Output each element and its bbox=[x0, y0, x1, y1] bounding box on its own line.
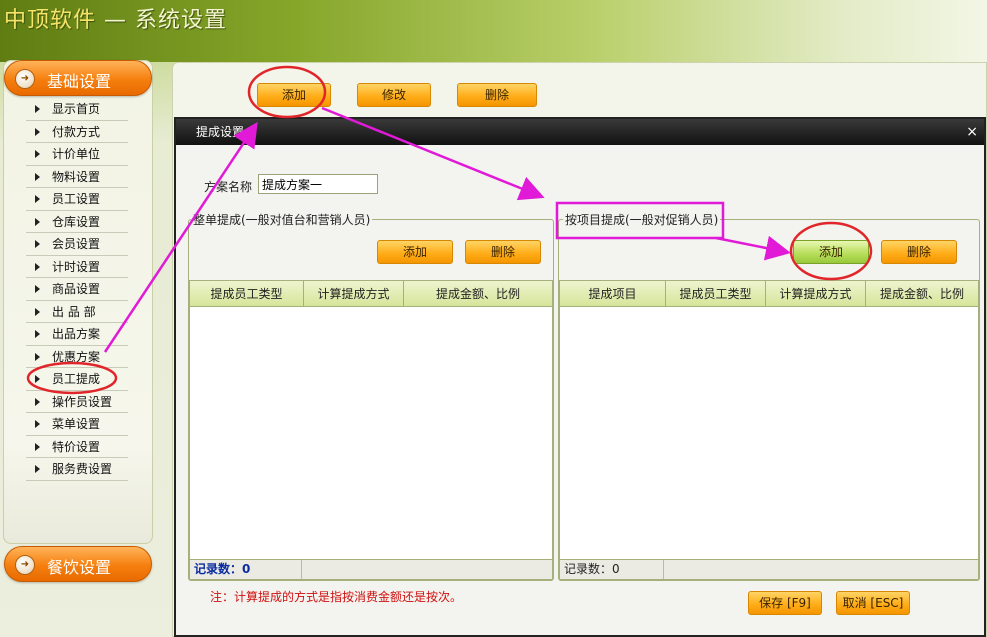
sidebar-item-label: 优惠方案 bbox=[52, 349, 101, 364]
section-label: 餐饮设置 bbox=[47, 558, 112, 577]
sidebar-item-label: 员工设置 bbox=[52, 192, 101, 206]
window-title: 中顶软件 — 系统设置 bbox=[4, 2, 227, 34]
sidebar-item-label: 仓库设置 bbox=[52, 214, 101, 229]
column-header[interactable]: 提成金额、比例 bbox=[866, 281, 978, 307]
brand-name: 中顶软件 bbox=[4, 8, 97, 33]
sidebar-item-operators[interactable]: 操作员设置 bbox=[26, 391, 128, 413]
sidebar-item-label: 会员设置 bbox=[52, 237, 101, 251]
dialog-titlebar: 提成设置 × bbox=[176, 119, 984, 145]
sidebar-item-timing[interactable]: 计时设置 bbox=[26, 256, 128, 278]
arrow-right-icon bbox=[35, 465, 40, 473]
table-header: 提成员工类型 计算提成方式 提成金额、比例 bbox=[190, 281, 552, 307]
sidebar-item-label: 计价单位 bbox=[52, 147, 101, 161]
scheme-name-label: 方案名称 bbox=[204, 180, 253, 194]
arrow-right-icon bbox=[35, 262, 40, 271]
column-header[interactable]: 提成员工类型 bbox=[666, 281, 766, 307]
commission-note: 注：计算提成的方式是指按消费金额还是按次。 bbox=[210, 590, 463, 604]
record-count: 记录数：0 bbox=[190, 560, 302, 579]
left-add-button[interactable]: 添加 bbox=[377, 240, 453, 264]
sidebar-item-label: 出品方案 bbox=[52, 327, 101, 341]
section-basic-settings[interactable]: ➜ 基础设置 bbox=[4, 60, 152, 96]
sidebar-item-special-price[interactable]: 特价设置 bbox=[26, 436, 128, 458]
chevron-right-circle-icon: ➜ bbox=[15, 555, 35, 575]
arrow-right-icon bbox=[35, 330, 40, 338]
sidebar-item-output-dept[interactable]: 出 品 部 bbox=[26, 301, 128, 323]
sidebar-item-discount[interactable]: 优惠方案 bbox=[26, 346, 128, 368]
close-icon[interactable]: × bbox=[966, 119, 978, 145]
column-header[interactable]: 提成金额、比例 bbox=[404, 281, 552, 307]
sidebar-item-units[interactable]: 计价单位 bbox=[26, 143, 128, 166]
right-add-button[interactable]: 添加 bbox=[793, 240, 869, 264]
sidebar-item-label: 菜单设置 bbox=[52, 417, 101, 431]
sidebar-item-materials[interactable]: 物料设置 bbox=[26, 166, 128, 188]
column-header[interactable]: 提成项目 bbox=[560, 281, 666, 307]
arrow-right-icon bbox=[35, 420, 40, 428]
arrow-right-icon bbox=[35, 150, 40, 158]
right-table: 提成项目 提成员工类型 计算提成方式 提成金额、比例 记录数：0 bbox=[559, 280, 979, 580]
edit-button[interactable]: 修改 bbox=[357, 83, 431, 107]
sidebar-item-label: 服务费设置 bbox=[52, 462, 113, 476]
sidebar-menu: 显示首页 付款方式 计价单位 物料设置 员工设置 仓库设置 会员设置 计时设置 … bbox=[26, 98, 128, 481]
arrow-right-icon bbox=[35, 240, 40, 248]
save-button[interactable]: 保存 [F9] bbox=[748, 591, 822, 615]
scheme-name-input[interactable] bbox=[258, 174, 378, 194]
sidebar-item-label: 显示首页 bbox=[52, 102, 101, 116]
sidebar-item-output-plan[interactable]: 出品方案 bbox=[26, 323, 128, 346]
arrow-right-icon bbox=[35, 172, 40, 181]
sidebar-item-label: 商品设置 bbox=[52, 282, 101, 296]
sidebar-item-members[interactable]: 会员设置 bbox=[26, 233, 128, 256]
arrow-right-icon bbox=[35, 195, 40, 203]
page-title: 系统设置 bbox=[135, 8, 228, 33]
app-header: 中顶软件 — 系统设置 bbox=[0, 0, 987, 62]
sidebar-item-label: 特价设置 bbox=[52, 439, 101, 454]
chevron-right-circle-icon: ➜ bbox=[15, 69, 35, 89]
table-footer: 记录数：0 bbox=[190, 559, 552, 579]
left-delete-button[interactable]: 删除 bbox=[465, 240, 541, 264]
item-commission-group: 按项目提成(一般对促销人员) 添加 删除 提成项目 提成员工类型 计算提成方式 … bbox=[558, 211, 980, 581]
arrow-right-icon bbox=[35, 127, 40, 136]
group-legend: 按项目提成(一般对促销人员) bbox=[563, 211, 721, 228]
arrow-right-icon bbox=[35, 397, 40, 406]
column-header[interactable]: 提成员工类型 bbox=[190, 281, 304, 307]
title-separator: — bbox=[96, 8, 136, 33]
arrow-right-icon bbox=[35, 307, 40, 316]
sidebar-item-label: 计时设置 bbox=[52, 259, 101, 274]
dialog-title: 提成设置 bbox=[196, 125, 245, 139]
add-button[interactable]: 添加 bbox=[257, 83, 331, 107]
record-count: 记录数：0 bbox=[560, 560, 664, 579]
delete-button[interactable]: 删除 bbox=[457, 83, 537, 107]
column-header[interactable]: 计算提成方式 bbox=[766, 281, 866, 307]
column-header[interactable]: 计算提成方式 bbox=[304, 281, 404, 307]
arrow-right-icon bbox=[35, 442, 40, 451]
right-delete-button[interactable]: 删除 bbox=[881, 240, 957, 264]
sidebar-item-payment[interactable]: 付款方式 bbox=[26, 121, 128, 143]
sidebar-item-staff[interactable]: 员工设置 bbox=[26, 188, 128, 211]
sidebar-item-label: 出 品 部 bbox=[52, 304, 96, 319]
sidebar-item-goods[interactable]: 商品设置 bbox=[26, 278, 128, 301]
arrow-right-icon bbox=[35, 217, 40, 226]
arrow-right-icon bbox=[35, 352, 40, 361]
cancel-button[interactable]: 取消 [ESC] bbox=[836, 591, 910, 615]
sidebar-item-home[interactable]: 显示首页 bbox=[26, 98, 128, 121]
sidebar-item-service-fee[interactable]: 服务费设置 bbox=[26, 458, 128, 481]
sidebar-item-warehouse[interactable]: 仓库设置 bbox=[26, 211, 128, 233]
arrow-right-icon bbox=[35, 285, 40, 293]
group-legend: 整单提成(一般对值台和营销人员) bbox=[191, 211, 373, 228]
table-footer: 记录数：0 bbox=[560, 559, 978, 579]
left-table: 提成员工类型 计算提成方式 提成金额、比例 记录数：0 bbox=[189, 280, 553, 580]
table-header: 提成项目 提成员工类型 计算提成方式 提成金额、比例 bbox=[560, 281, 978, 307]
whole-order-commission-group: 整单提成(一般对值台和营销人员) 添加 删除 提成员工类型 计算提成方式 提成金… bbox=[188, 211, 554, 581]
arrow-right-icon bbox=[35, 105, 40, 113]
section-label: 基础设置 bbox=[47, 72, 112, 91]
sidebar-item-label: 员工提成 bbox=[52, 372, 101, 386]
sidebar-item-label: 物料设置 bbox=[52, 169, 101, 184]
sidebar-item-label: 操作员设置 bbox=[52, 394, 113, 409]
section-dining-settings[interactable]: ➜ 餐饮设置 bbox=[4, 546, 152, 582]
commission-dialog: 提成设置 × 方案名称 整单提成(一般对值台和营销人员) 添加 删除 提成员工类… bbox=[174, 117, 986, 637]
sidebar-item-commission[interactable]: 员工提成 bbox=[26, 368, 128, 391]
sidebar-item-menu[interactable]: 菜单设置 bbox=[26, 413, 128, 436]
sidebar-item-label: 付款方式 bbox=[52, 124, 101, 139]
arrow-right-icon bbox=[35, 375, 40, 383]
